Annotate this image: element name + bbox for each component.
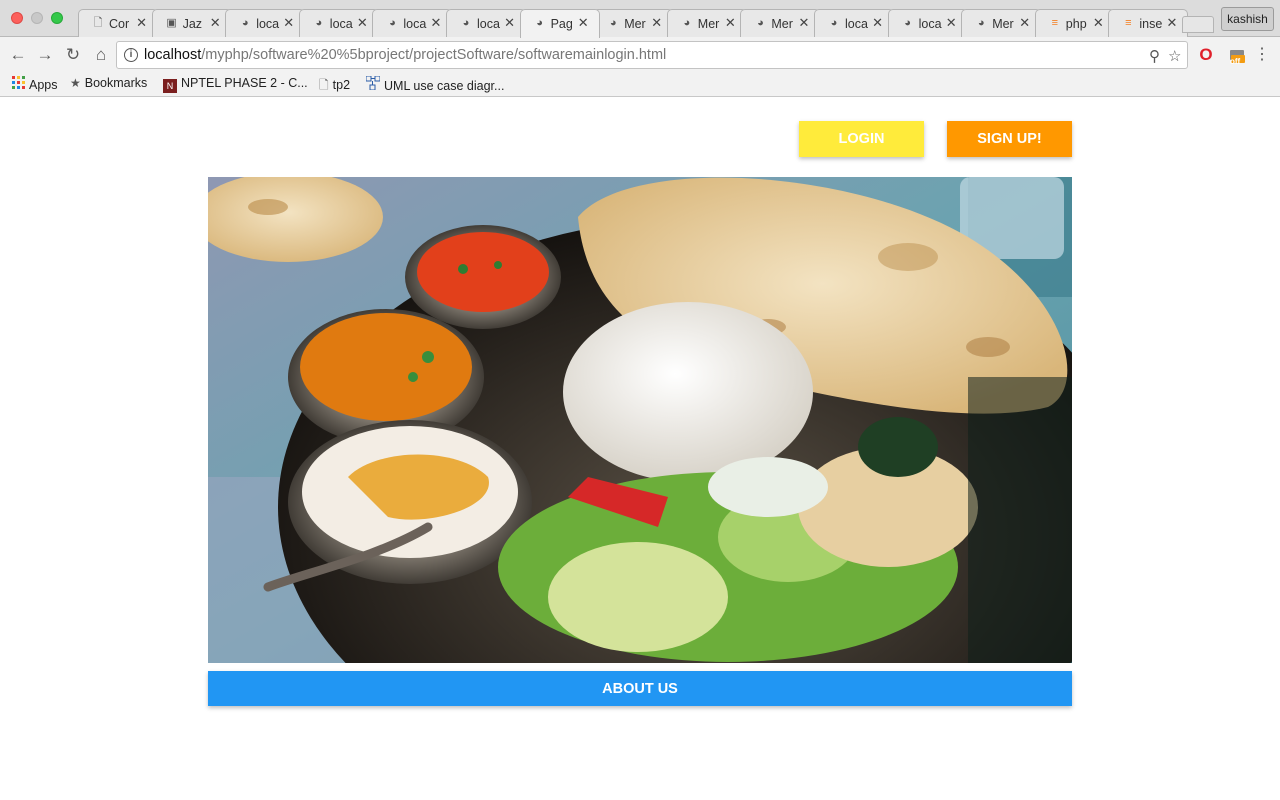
bookmark-label: Apps xyxy=(29,78,58,92)
bookmark-label: Bookmarks xyxy=(84,76,148,90)
bookmark-apps[interactable]: Apps xyxy=(12,76,58,92)
url-path: /myphp/software%20%5bproject/projectSoft… xyxy=(201,47,667,63)
apps-grid-icon xyxy=(12,76,25,92)
page-icon: 🗋 xyxy=(93,17,103,29)
page-icon: 🗋 xyxy=(319,78,329,92)
reload-icon[interactable]: ↻ xyxy=(63,45,83,65)
tab-title: Cor xyxy=(109,17,130,31)
info-icon[interactable]: i xyxy=(124,48,138,62)
minimize-window-button[interactable] xyxy=(31,12,43,24)
close-tab-icon[interactable]: ✕ xyxy=(798,15,809,31)
bookmark-label: NPTEL PHASE 2 - C... xyxy=(181,76,308,90)
browser-tab[interactable]: ◕ Mer ✕ xyxy=(666,9,747,37)
tab-title: Mer xyxy=(771,17,793,31)
close-tab-icon[interactable]: ✕ xyxy=(1019,15,1030,31)
browser-tab[interactable]: ◕ Mer ✕ xyxy=(961,9,1042,37)
elephant-icon: ◕ xyxy=(904,17,911,29)
food-thali-image xyxy=(208,177,1072,663)
close-tab-icon[interactable]: ✕ xyxy=(651,15,662,31)
profile-button[interactable]: kashish xyxy=(1221,7,1274,31)
browser-tab[interactable]: ▣ Jaz ✕ xyxy=(151,9,232,37)
tab-title: Mer xyxy=(624,17,646,31)
stackoverflow-icon: ≡ xyxy=(1051,17,1058,29)
tab-title: inse xyxy=(1139,17,1163,31)
close-tab-icon[interactable]: ✕ xyxy=(504,15,515,31)
tab-title: loca xyxy=(256,17,280,31)
browser-tab[interactable]: 🗋 Cor ✕ xyxy=(78,9,158,37)
opera-icon[interactable]: O xyxy=(1197,46,1215,64)
bookmark-bookmarks[interactable]: ★ Bookmarks xyxy=(70,76,147,90)
browser-tab[interactable]: ≡ inse ✕ xyxy=(1108,9,1189,37)
bookmarks-bar: Apps ★ Bookmarks N NPTEL PHASE 2 - C... 🗋 t… xyxy=(0,73,1280,97)
close-tab-icon[interactable]: ✕ xyxy=(283,15,294,31)
tab-title: loca xyxy=(477,17,500,31)
elephant-icon: ◕ xyxy=(536,17,543,29)
tab-title: Mer xyxy=(697,17,720,31)
bookmark-tp2[interactable]: 🗋 tp2 xyxy=(319,76,350,97)
browser-tab[interactable]: ◕ loca ✕ xyxy=(446,9,526,37)
url-host: localhost xyxy=(144,47,202,63)
bookmark-nptel[interactable]: N NPTEL PHASE 2 - C... xyxy=(163,76,308,93)
new-tab-button[interactable] xyxy=(1182,16,1214,33)
close-tab-icon[interactable]: ✕ xyxy=(1166,15,1177,31)
close-tab-icon[interactable]: ✕ xyxy=(578,15,589,31)
about-us-button[interactable]: ABOUT US xyxy=(208,671,1072,706)
browser-tab[interactable]: ◕ loca ✕ xyxy=(814,9,894,37)
tab-title: Jaz xyxy=(182,17,203,31)
close-tab-icon[interactable]: ✕ xyxy=(946,15,957,31)
elephant-icon: ◕ xyxy=(830,17,838,29)
tab-title: loca xyxy=(845,17,868,31)
key-icon[interactable]: ⚲ xyxy=(1149,47,1160,65)
tab-title: loca xyxy=(329,17,353,31)
tab-title: Mer xyxy=(992,17,1014,31)
zoom-window-button[interactable] xyxy=(51,12,63,24)
close-tab-icon[interactable]: ✕ xyxy=(136,15,147,31)
elephant-icon: ◕ xyxy=(315,17,323,29)
home-icon[interactable]: ⌂ xyxy=(91,45,111,65)
close-tab-icon[interactable]: ✕ xyxy=(210,15,221,31)
tab-title: Pag xyxy=(550,17,573,31)
star-icon: ★ xyxy=(70,76,81,90)
browser-tab[interactable]: ≡ php ✕ xyxy=(1034,9,1115,37)
close-tab-icon[interactable]: ✕ xyxy=(725,15,736,31)
nptel-icon: N xyxy=(163,79,177,93)
close-tab-icon[interactable]: ✕ xyxy=(1093,15,1104,31)
close-tab-icon[interactable]: ✕ xyxy=(872,15,883,31)
elephant-icon: ◕ xyxy=(609,17,617,29)
elephant-icon: ◕ xyxy=(389,17,396,29)
tab-title: loca xyxy=(918,17,942,31)
browser-tab[interactable]: ◕ loca ✕ xyxy=(225,9,306,37)
back-arrow-icon[interactable]: ← xyxy=(8,45,28,65)
login-button[interactable]: LOGIN xyxy=(799,121,924,157)
bookmark-star-icon[interactable]: ☆ xyxy=(1168,47,1181,65)
close-window-button[interactable] xyxy=(11,12,23,24)
tab-title: loca xyxy=(403,17,427,31)
diagram-icon xyxy=(365,75,381,93)
browser-tab[interactable]: ◕ Mer ✕ xyxy=(593,9,674,37)
elephant-icon: ◕ xyxy=(241,17,249,29)
browser-tab[interactable]: ◕ Pag ✕ xyxy=(519,9,600,38)
browser-tab[interactable]: ◕ Mer ✕ xyxy=(740,9,821,37)
chat-icon: ▣ xyxy=(166,17,177,29)
bookmark-label: tp2 xyxy=(332,78,351,92)
elephant-icon: ◕ xyxy=(683,17,691,29)
extension-badge: off xyxy=(1230,57,1241,66)
forward-arrow-icon[interactable]: → xyxy=(35,45,55,65)
elephant-icon: ◕ xyxy=(462,17,470,29)
stackoverflow-icon: ≡ xyxy=(1125,17,1132,29)
signup-button[interactable]: SIGN UP! xyxy=(947,121,1072,157)
address-bar[interactable]: i localhost/myphp/software%20%5bproject/… xyxy=(116,41,1188,69)
close-tab-icon[interactable]: ✕ xyxy=(430,15,441,31)
browser-tab[interactable]: ◕ loca ✕ xyxy=(372,9,453,37)
elephant-icon: ◕ xyxy=(977,17,985,29)
elephant-icon: ◕ xyxy=(757,17,764,29)
bookmark-label: UML use case diagr... xyxy=(384,79,505,93)
tab-strip: 🗋 Cor ✕ ▣ Jaz ✕ ◕ loca ✕ ◕ loca ✕ ◕ loca ✕ ◕ loca ✕ ◕ Pag ✕ ◕… xyxy=(0,0,1280,38)
browser-tab[interactable]: ◕ loca ✕ xyxy=(298,9,379,37)
menu-kebab-icon[interactable]: ⋮ xyxy=(1253,46,1271,64)
browser-tab[interactable]: ◕ loca ✕ xyxy=(887,9,968,37)
bookmark-uml[interactable]: UML use case diagr... xyxy=(365,75,505,93)
tab-title: php xyxy=(1065,17,1087,31)
close-tab-icon[interactable]: ✕ xyxy=(357,15,368,31)
